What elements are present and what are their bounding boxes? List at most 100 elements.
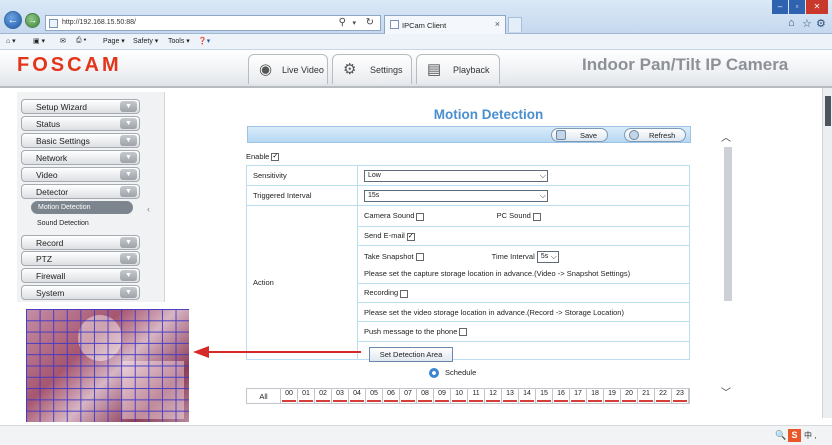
sidebar-item-record[interactable]: Record ▼ — [21, 235, 140, 250]
detection-grid[interactable] — [26, 309, 189, 422]
hour-cell[interactable]: 16 — [553, 389, 570, 403]
feeds-icon[interactable]: ▣ ▾ — [33, 37, 45, 45]
minimize-button[interactable]: ‒ — [772, 0, 788, 14]
scroll-down-icon[interactable]: ﹀ — [721, 384, 731, 399]
sidebar-item-status[interactable]: Status ▼ — [21, 116, 140, 131]
zoom-icon[interactable]: 🔍 — [775, 430, 786, 441]
tab-title: IPCam Client — [402, 21, 447, 30]
hour-cell[interactable]: 09 — [434, 389, 451, 403]
sidebar-subitem-motion-detection[interactable]: Motion Detection — [31, 201, 133, 214]
page-menu[interactable]: Page ▾ — [103, 37, 125, 45]
sidebar-item-detector[interactable]: Detector ▼ — [21, 184, 140, 199]
hour-cell[interactable]: 08 — [417, 389, 434, 403]
push-message-checkbox[interactable] — [459, 328, 468, 336]
hour-cell[interactable]: 04 — [349, 389, 366, 403]
close-window-button[interactable]: ✕ — [806, 0, 828, 14]
sidebar-item-setup-wizard[interactable]: Setup Wizard ▼ — [21, 99, 140, 114]
tab-settings[interactable]: ⚙ Settings — [332, 54, 412, 84]
page-favicon-icon — [49, 19, 58, 28]
schedule-all-button[interactable]: All — [247, 389, 281, 403]
take-snapshot-label: Take Snapshot — [364, 251, 414, 261]
hour-cell[interactable]: 10 — [451, 389, 468, 403]
home-page-icon[interactable]: ⌂ ▾ — [6, 37, 16, 45]
hour-cell[interactable]: 00 — [281, 389, 298, 403]
detection-area-preview[interactable] — [26, 309, 189, 422]
camera-sound-checkbox[interactable] — [416, 212, 425, 221]
address-bar[interactable]: http://192.168.15.50:88/ ⚲ ▾ ↻ — [45, 15, 381, 31]
hour-cell[interactable]: 18 — [587, 389, 604, 403]
hour-cell[interactable]: 15 — [536, 389, 553, 403]
sidebar-item-network[interactable]: Network ▼ — [21, 150, 140, 165]
help-icon[interactable]: ❓▾ — [198, 37, 210, 45]
send-email-checkbox[interactable]: ✓ — [406, 232, 415, 241]
chevron-down-icon: ⌵ — [539, 190, 546, 200]
ime-logo-icon[interactable]: S — [788, 429, 801, 442]
hour-cell[interactable]: 14 — [519, 389, 536, 403]
back-button[interactable]: ← — [4, 11, 22, 29]
home-icon[interactable]: ⌂ — [788, 17, 795, 29]
hour-cell[interactable]: 03 — [332, 389, 349, 403]
hour-cell[interactable]: 23 — [672, 389, 689, 403]
close-tab-icon[interactable]: × — [495, 19, 500, 29]
sidebar-item-basic-settings[interactable]: Basic Settings ▼ — [21, 133, 140, 148]
tab-live-video[interactable]: ◉ Live Video — [248, 54, 328, 84]
recording-checkbox[interactable] — [400, 289, 409, 298]
save-button[interactable]: Save — [551, 128, 608, 142]
page-scrollbar[interactable] — [822, 88, 832, 418]
hour-cell[interactable]: 12 — [485, 389, 502, 403]
triggered-interval-select[interactable]: 15s ⌵ — [364, 189, 548, 202]
forward-button[interactable]: → — [25, 13, 40, 28]
scroll-up-icon[interactable]: ︿ — [721, 129, 731, 144]
enable-checkbox[interactable]: ✓ — [271, 153, 280, 162]
favorites-star-icon[interactable]: ☆ — [802, 17, 812, 30]
tools-menu[interactable]: Tools ▾ — [168, 37, 190, 45]
sidebar-item-system[interactable]: System ▼ — [21, 285, 140, 300]
sidebar-item-firewall[interactable]: Firewall ▼ — [21, 268, 140, 283]
sensitivity-select[interactable]: Low ⌵ — [364, 169, 548, 182]
safety-menu[interactable]: Safety ▾ — [133, 37, 158, 45]
motion-settings-table: Sensitivity Low ⌵ Triggered Interval 15s ⌵… — [246, 165, 690, 360]
hour-cell[interactable]: 11 — [468, 389, 485, 403]
hour-cell[interactable]: 13 — [502, 389, 519, 403]
content-scrollbar[interactable]: ︿ ﹀ — [721, 129, 735, 407]
scrollbar-thumb[interactable] — [724, 147, 732, 301]
sidebar-item-video[interactable]: Video ▼ — [21, 167, 140, 182]
save-icon — [556, 130, 566, 140]
gear-icon[interactable]: ⚙ — [816, 17, 826, 30]
take-snapshot-checkbox[interactable] — [415, 253, 424, 261]
ime-status[interactable]: 中 , — [804, 430, 816, 441]
print-icon[interactable]: ⎙ ▾ — [76, 37, 87, 45]
hour-cell[interactable]: 06 — [383, 389, 400, 403]
refresh-icon[interactable]: ↻ — [366, 17, 374, 28]
address-url[interactable]: http://192.168.15.50:88/ — [62, 19, 136, 26]
hour-cell[interactable]: 21 — [638, 389, 655, 403]
maximize-button[interactable]: ▫ — [789, 0, 805, 14]
hour-cell[interactable]: 02 — [315, 389, 332, 403]
new-tab-button[interactable] — [508, 17, 522, 32]
hour-cell[interactable]: 07 — [400, 389, 417, 403]
sidebar-item-ptz[interactable]: PTZ ▼ — [21, 251, 140, 266]
time-interval-label: Time Interval — [491, 251, 535, 261]
hour-cell[interactable]: 05 — [366, 389, 383, 403]
browser-tab[interactable]: IPCam Client × — [384, 15, 506, 34]
hour-cell[interactable]: 22 — [655, 389, 672, 403]
set-detection-area-button[interactable]: Set Detection Area — [369, 347, 453, 362]
hour-cell[interactable]: 20 — [621, 389, 638, 403]
page-scrollbar-thumb[interactable] — [825, 96, 831, 126]
refresh-button[interactable]: Refresh — [624, 128, 686, 142]
recording-label: Recording — [364, 288, 399, 298]
sidebar-subitem-sound-detection[interactable]: Sound Detection — [31, 218, 133, 231]
pc-sound-checkbox[interactable] — [532, 212, 541, 221]
hour-cell[interactable]: 17 — [570, 389, 587, 403]
tab-playback[interactable]: ▤ Playback — [416, 54, 500, 84]
chevron-down-icon[interactable]: ▾ — [352, 19, 356, 27]
enable-row: Enable ✓ — [246, 152, 280, 162]
read-mail-icon[interactable]: ✉ — [60, 37, 66, 45]
hour-cell[interactable]: 19 — [604, 389, 621, 403]
time-interval-select[interactable]: 5s ⌵ — [536, 251, 559, 263]
hour-cell[interactable]: 01 — [298, 389, 315, 403]
triggered-interval-cell: 15s ⌵ — [357, 185, 690, 206]
browser-status-bar: 🔍 S 中 , — [0, 425, 832, 445]
search-icon[interactable]: ⚲ — [339, 17, 346, 28]
chevron-down-icon: ▼ — [120, 253, 137, 264]
